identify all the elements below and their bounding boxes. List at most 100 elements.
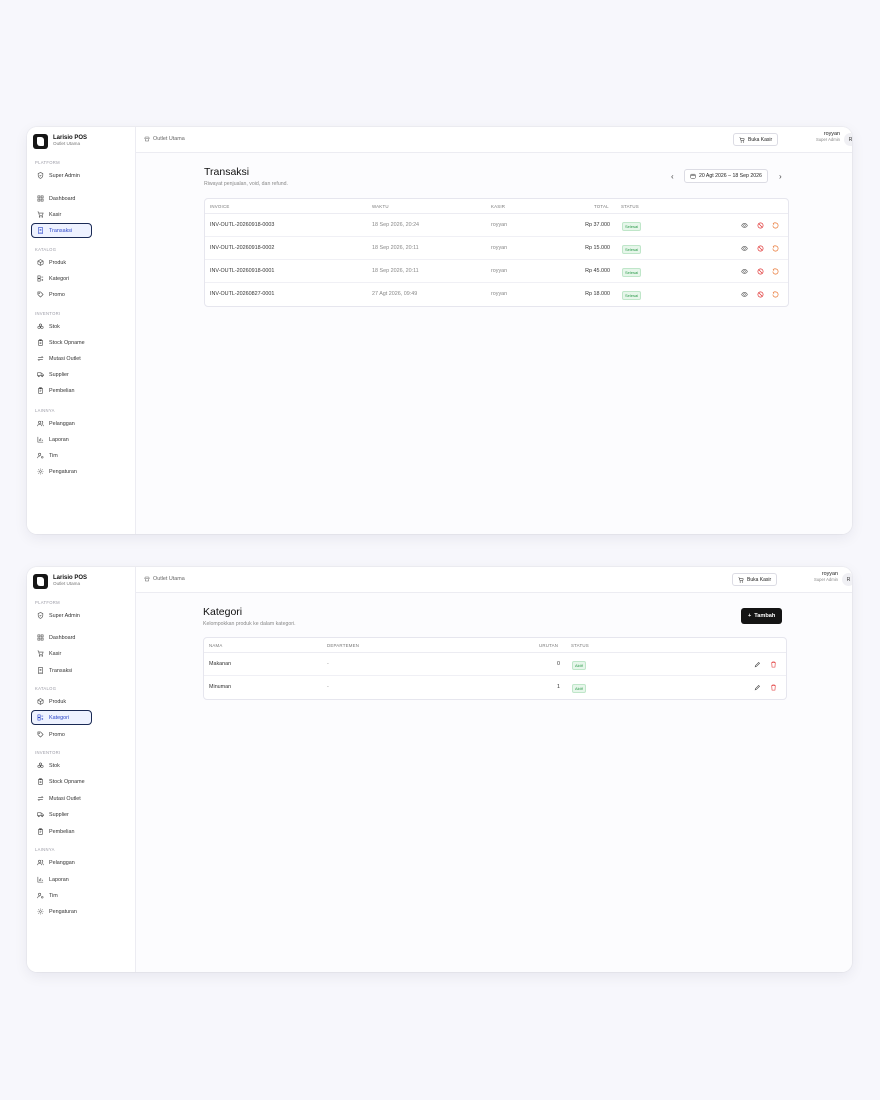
- col-waktu[interactable]: WAKTU: [372, 204, 389, 209]
- section-inventori: INVENTORI: [35, 750, 61, 755]
- sidebar-item-produk[interactable]: Produk: [31, 255, 92, 270]
- section-lainnya: LAINNYA: [35, 847, 55, 852]
- col-nama[interactable]: NAMA: [209, 643, 223, 648]
- col-total[interactable]: TOTAL: [594, 204, 609, 209]
- sidebar-item-promo[interactable]: Promo: [31, 727, 92, 742]
- status-badge: Selesai: [622, 245, 642, 254]
- sidebar-item-promo[interactable]: Promo: [31, 287, 92, 302]
- col-kasir[interactable]: KASIR: [491, 204, 505, 209]
- refund-icon[interactable]: [772, 291, 779, 298]
- prev-range-button[interactable]: ‹: [671, 173, 674, 181]
- refund-icon[interactable]: [772, 222, 779, 229]
- sidebar-item-laporan[interactable]: Laporan: [31, 432, 92, 447]
- buka-kasir-button[interactable]: Buka Kasir: [732, 573, 778, 586]
- kategori-table: NAMA DEPARTEMEN URUTAN STATUS Makanan - …: [203, 637, 787, 700]
- trash-icon[interactable]: [770, 684, 777, 691]
- sidebar-item-label: Laporan: [49, 436, 69, 443]
- main-content: Transaksi Riwayat penjualan, void, dan r…: [136, 153, 852, 534]
- status-badge: Selesai: [622, 268, 642, 277]
- sidebar-item-transaksi[interactable]: Transaksi: [31, 223, 92, 238]
- table-row[interactable]: INV-OUTL-20260918-0003 18 Sep 2026, 20:2…: [205, 214, 788, 237]
- sidebar-item-pengaturan[interactable]: Pengaturan: [31, 904, 92, 919]
- ban-icon[interactable]: [757, 222, 764, 229]
- col-status[interactable]: STATUS: [571, 643, 589, 648]
- sidebar-item-pelanggan[interactable]: Pelanggan: [31, 855, 92, 870]
- sidebar-item-laporan[interactable]: Laporan: [31, 872, 92, 887]
- sidebar-item-supplier[interactable]: Supplier: [31, 367, 92, 382]
- sidebar-item-tim[interactable]: Tim: [31, 448, 92, 463]
- col-status[interactable]: STATUS: [621, 204, 639, 209]
- sidebar-item-label: Tim: [49, 892, 58, 899]
- sidebar-item-produk[interactable]: Produk: [31, 694, 92, 709]
- clipboard-icon: [38, 778, 43, 785]
- receipt-icon: [38, 667, 43, 674]
- sidebar-item-super-admin[interactable]: Super Admin: [31, 608, 92, 623]
- sidebar-item-pembelian[interactable]: Pembelian: [31, 824, 92, 839]
- trash-icon[interactable]: [770, 661, 777, 668]
- sidebar-item-transaksi[interactable]: Transaksi: [31, 663, 92, 678]
- table-row[interactable]: INV-OUTL-20260918-0002 18 Sep 2026, 20:1…: [205, 237, 788, 260]
- eye-icon[interactable]: [741, 291, 748, 298]
- sidebar-item-dashboard[interactable]: Dashboard: [31, 191, 92, 206]
- waktu-cell: 18 Sep 2026, 20:11: [372, 245, 419, 251]
- outlet-selector[interactable]: Outlet Utama: [144, 136, 185, 142]
- eye-icon[interactable]: [741, 222, 748, 229]
- sidebar-item-stok[interactable]: Stok: [31, 758, 92, 773]
- sidebar-item-stock-opname[interactable]: Stock Opname: [31, 774, 92, 789]
- sidebar-item-pengaturan[interactable]: Pengaturan: [31, 464, 92, 479]
- refund-icon[interactable]: [772, 245, 779, 252]
- brand[interactable]: Larisio POS Outlet Utama: [33, 573, 87, 589]
- table-row[interactable]: Minuman - 1 Aktif: [204, 676, 786, 699]
- topbar: Outlet Utama Buka Kasir royyan Super Adm…: [136, 127, 852, 153]
- table-row[interactable]: INV-OUTL-20260827-0001 27 Agt 2026, 09:4…: [205, 283, 788, 306]
- buka-kasir-button[interactable]: Buka Kasir: [733, 133, 779, 146]
- sidebar-item-kategori[interactable]: Kategori: [31, 271, 92, 286]
- table-row[interactable]: INV-OUTL-20260918-0001 18 Sep 2026, 20:1…: [205, 260, 788, 283]
- page-title: Transaksi: [204, 166, 250, 178]
- brand[interactable]: Larisio POS Outlet Utama: [33, 133, 87, 149]
- sidebar-item-super-admin[interactable]: Super Admin: [31, 168, 92, 183]
- sidebar-item-kasir[interactable]: Kasir: [31, 207, 92, 222]
- sidebar-item-stok[interactable]: Stok: [31, 319, 92, 334]
- sidebar-item-label: Tim: [49, 452, 58, 459]
- avatar[interactable]: R: [842, 573, 852, 586]
- sidebar-item-mutasi-outlet[interactable]: Mutasi Outlet: [31, 351, 92, 366]
- refund-icon[interactable]: [772, 268, 779, 275]
- total-cell: Rp 45.000: [585, 268, 610, 274]
- sidebar-item-stock-opname[interactable]: Stock Opname: [31, 335, 92, 350]
- receipt-icon: [38, 227, 43, 234]
- sidebar-item-kategori[interactable]: Kategori: [31, 710, 92, 725]
- section-katalog: KATALOG: [35, 686, 57, 691]
- sidebar-item-label: Stok: [49, 762, 60, 769]
- avatar[interactable]: R: [844, 133, 852, 146]
- sidebar-item-pelanggan[interactable]: Pelanggan: [31, 416, 92, 431]
- cart-icon: [738, 577, 744, 583]
- date-range-picker[interactable]: 20 Agt 2026 – 18 Sep 2026: [684, 169, 768, 183]
- ban-icon[interactable]: [757, 268, 764, 275]
- sidebar-item-pembelian[interactable]: Pembelian: [31, 383, 92, 398]
- ban-icon[interactable]: [757, 291, 764, 298]
- user-info[interactable]: royyan Super Admin: [782, 131, 840, 143]
- shield-icon: [37, 172, 44, 179]
- sidebar-item-dashboard[interactable]: Dashboard: [31, 630, 92, 645]
- next-range-button[interactable]: ›: [779, 173, 782, 181]
- col-urutan[interactable]: URUTAN: [539, 643, 558, 648]
- edit-icon[interactable]: [754, 684, 761, 691]
- table-row[interactable]: Makanan - 0 Aktif: [204, 653, 786, 676]
- col-departemen[interactable]: DEPARTEMEN: [327, 643, 359, 648]
- edit-icon[interactable]: [754, 661, 761, 668]
- cart-icon: [37, 650, 44, 657]
- sidebar-item-tim[interactable]: Tim: [31, 888, 92, 903]
- user-info[interactable]: royyan Super Admin: [780, 571, 838, 583]
- col-invoice[interactable]: INVOICE: [210, 204, 229, 209]
- tambah-button[interactable]: + Tambah: [741, 608, 783, 624]
- sidebar-item-mutasi-outlet[interactable]: Mutasi Outlet: [31, 791, 92, 806]
- eye-icon[interactable]: [741, 245, 748, 252]
- waktu-cell: 27 Agt 2026, 09:49: [372, 291, 418, 297]
- eye-icon[interactable]: [741, 268, 748, 275]
- outlet-selector[interactable]: Outlet Utama: [144, 576, 185, 582]
- sidebar-item-kasir[interactable]: Kasir: [31, 646, 92, 661]
- sidebar-item-label: Dashboard: [49, 634, 76, 641]
- ban-icon[interactable]: [757, 245, 764, 252]
- sidebar-item-supplier[interactable]: Supplier: [31, 807, 92, 822]
